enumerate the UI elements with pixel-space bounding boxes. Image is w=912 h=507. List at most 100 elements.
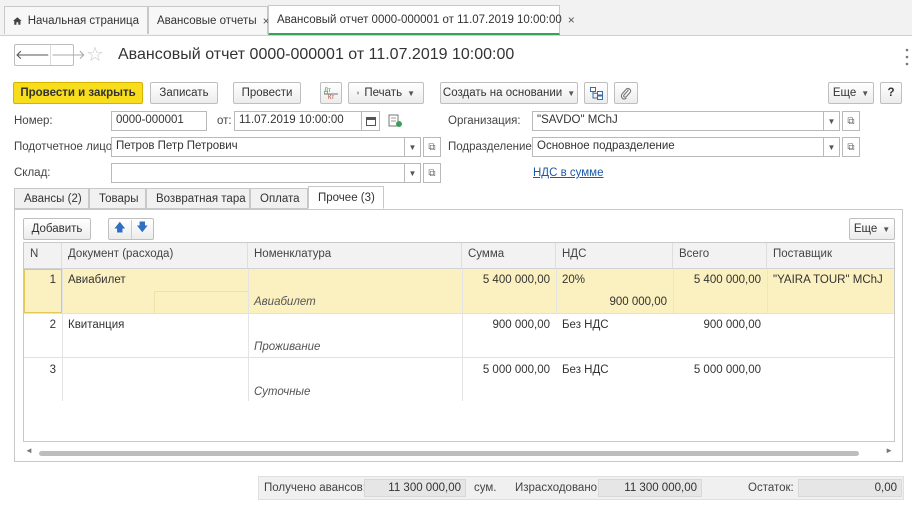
chevron-down-icon: ▼ (408, 168, 417, 178)
column-header-sum[interactable]: Сумма (462, 243, 556, 269)
organization-label: Организация: (448, 115, 521, 127)
structure-button[interactable] (584, 82, 608, 104)
column-divider (248, 269, 249, 401)
close-icon[interactable]: × (568, 13, 575, 27)
help-icon: ? (887, 87, 895, 99)
column-divider (462, 269, 463, 401)
more-vertical-icon[interactable] (904, 44, 910, 84)
warehouse-label: Склад: (14, 167, 51, 179)
sum-cell[interactable]: 5 000 000,00 (462, 364, 556, 376)
chevron-down-icon: ▼ (567, 88, 576, 98)
balance-label: Остаток: (748, 482, 794, 494)
table-more-button[interactable]: Еще ▼ (849, 218, 895, 240)
scroll-left-icon[interactable]: ◄ (25, 446, 33, 455)
back-arrow-icon[interactable]: 🡐 (15, 45, 50, 65)
person-open-button[interactable]: ⧉ (423, 137, 441, 157)
sum-cell[interactable]: 5 400 000,00 (462, 274, 556, 286)
department-label: Подразделение: (448, 141, 535, 153)
column-header-vat[interactable]: НДС (556, 243, 673, 269)
more-button[interactable]: Еще ▼ (828, 82, 874, 104)
save-button[interactable]: Записать (150, 82, 218, 104)
advances-received-label: Получено авансов: (264, 482, 366, 494)
person-field[interactable]: Петров Петр Петрович (111, 137, 405, 157)
warehouse-dropdown[interactable]: ▼ (405, 163, 421, 183)
favorite-star-icon[interactable]: ☆ (86, 42, 104, 67)
horizontal-scrollbar[interactable]: ◄ ► (23, 446, 895, 460)
document-cell[interactable]: Квитанция (62, 319, 130, 331)
print-button[interactable]: Печать ▼ (348, 82, 424, 104)
svg-text:Кт: Кт (328, 95, 334, 100)
printer-icon (357, 91, 360, 95)
total-cell[interactable]: 5 000 000,00 (673, 364, 767, 376)
total-cell[interactable]: 900 000,00 (673, 319, 767, 331)
nomenclature-cell[interactable]: Проживание (248, 341, 326, 353)
column-header-total[interactable]: Всего (673, 243, 767, 269)
vat-sum-cell[interactable]: 900 000,00 (556, 296, 673, 308)
more-label: Еще (832, 87, 857, 99)
total-cell[interactable]: 5 400 000,00 (673, 274, 767, 286)
post-button[interactable]: Провести (233, 82, 301, 104)
vat-included-link[interactable]: НДС в сумме (533, 167, 603, 179)
chevron-down-icon: ▼ (827, 116, 836, 126)
column-header-document[interactable]: Документ (расхода) (62, 243, 248, 269)
tab-other[interactable]: Прочее (3) (308, 186, 384, 209)
department-field[interactable]: Основное подразделение (532, 137, 824, 157)
column-header-n[interactable]: N (24, 243, 62, 269)
person-dropdown[interactable]: ▼ (405, 137, 421, 157)
warehouse-open-button[interactable]: ⧉ (423, 163, 441, 183)
sum-cell[interactable]: 900 000,00 (462, 319, 556, 331)
document-cell[interactable]: Авиабилет (62, 274, 132, 286)
tab-advance-reports[interactable]: Авансовые отчеты × (148, 6, 270, 34)
nomenclature-cell[interactable]: Авиабилет (248, 296, 322, 308)
help-button[interactable]: ? (880, 82, 902, 104)
tab-advance-report-doc[interactable]: Авансовый отчет 0000-000001 от 11.07.201… (268, 5, 575, 35)
chevron-down-icon: ▼ (882, 224, 891, 234)
row-number: 1 (49, 274, 56, 286)
open-form-icon: ⧉ (428, 167, 436, 179)
move-rows-group: 🡅 🡇 (108, 218, 154, 240)
vat-rate-cell[interactable]: 20% (556, 274, 591, 286)
column-header-supplier[interactable]: Поставщик (767, 243, 894, 269)
add-row-button[interactable]: Добавить (23, 218, 91, 240)
organization-field[interactable]: "SAVDO" MChJ (532, 111, 824, 131)
nomenclature-cell[interactable]: Суточные (248, 386, 316, 398)
dt-kt-button[interactable]: Дт Кт (320, 82, 342, 104)
tab-returnable-containers[interactable]: Возвратная тара (146, 188, 250, 209)
svg-text:Дт: Дт (324, 88, 331, 94)
department-open-button[interactable]: ⧉ (842, 137, 860, 157)
warehouse-field[interactable] (111, 163, 405, 183)
tab-advances[interactable]: Авансы (2) (14, 188, 89, 209)
create-based-on-button[interactable]: Создать на основании ▼ (440, 82, 578, 104)
post-and-close-button[interactable]: Провести и закрыть (13, 82, 143, 104)
currency-label: сум. (474, 482, 497, 494)
supplier-cell[interactable]: "YAIRA TOUR" MChJ (767, 274, 889, 286)
date-field[interactable]: 11.07.2019 10:00:00 (234, 111, 362, 131)
arrow-up-icon[interactable]: 🡅 (109, 220, 131, 239)
history-nav: 🡐 🡒 (14, 44, 86, 66)
row-subdivider (154, 291, 249, 292)
tab-home[interactable]: Начальная страница (4, 6, 148, 34)
scroll-right-icon[interactable]: ► (885, 446, 893, 455)
forward-arrow-icon[interactable]: 🡒 (49, 45, 86, 65)
arrow-down-icon[interactable]: 🡇 (130, 219, 154, 239)
numbering-settings-icon[interactable] (388, 114, 402, 128)
scrollbar-thumb[interactable] (39, 451, 859, 456)
tab-goods[interactable]: Товары (89, 188, 146, 209)
column-header-nomenclature[interactable]: Номенклатура (248, 243, 462, 269)
number-label: Номер: (14, 115, 53, 127)
open-form-icon: ⧉ (847, 141, 855, 153)
table-more-label: Еще (853, 223, 878, 235)
vat-rate-cell[interactable]: Без НДС (556, 364, 615, 376)
open-form-icon: ⧉ (847, 115, 855, 127)
vat-rate-cell[interactable]: Без НДС (556, 319, 615, 331)
spent-label: Израсходовано: (515, 482, 601, 494)
print-label: Печать (364, 87, 403, 99)
organization-open-button[interactable]: ⧉ (842, 111, 860, 131)
tab-home-label: Начальная страница (27, 14, 139, 27)
calendar-button[interactable] (362, 111, 380, 131)
department-dropdown[interactable]: ▼ (824, 137, 840, 157)
tab-payment[interactable]: Оплата (250, 188, 308, 209)
organization-dropdown[interactable]: ▼ (824, 111, 840, 131)
number-field[interactable]: 0000-000001 (111, 111, 207, 131)
attach-button[interactable] (614, 82, 638, 104)
